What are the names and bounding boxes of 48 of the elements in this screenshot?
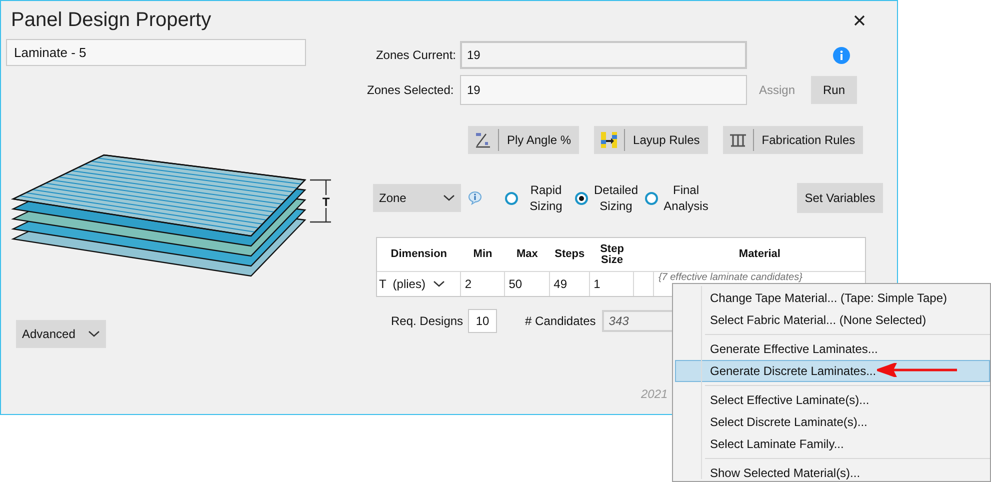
analysis-radio[interactable]: Detailed Sizing: [575, 182, 641, 214]
menu-item[interactable]: Change Tape Material... (Tape: Simple Tape): [675, 287, 990, 309]
menu-item[interactable]: Generate Discrete Laminates...: [675, 360, 990, 382]
chevron-icon: [433, 280, 446, 288]
column-header: Min: [473, 249, 492, 260]
column-header: Dimension: [390, 249, 448, 260]
chevron-icon: [443, 194, 455, 202]
set-variables-button[interactable]: Set Variables: [797, 183, 883, 213]
table-cell-text: 2: [464, 276, 472, 293]
name-field[interactable]: Laminate - 5: [6, 39, 306, 66]
zones-current-field[interactable]: 19: [460, 41, 747, 69]
column-header: Max: [516, 249, 538, 260]
thickness-dimension: T: [309, 179, 332, 223]
column-header: Material: [738, 249, 780, 260]
material-cell: {7 effective laminate candidates}: [658, 272, 802, 283]
run-button[interactable]: Run: [811, 76, 858, 104]
table-cell-text: 49: [554, 276, 568, 293]
advanced-dropdown[interactable]: Advanced: [16, 320, 106, 348]
angle-icon: [474, 131, 492, 149]
columns-icon: [728, 133, 747, 147]
analysis-radio[interactable]: Rapid Sizing: [505, 182, 571, 214]
rule-button[interactable]: Layup Rules: [594, 126, 708, 154]
candidates-label: # Candidates: [525, 313, 596, 330]
menu-item[interactable]: Show Selected Material(s)...: [675, 462, 990, 482]
req-designs-label: Req. Designs: [391, 313, 464, 330]
column-header: Step Size: [599, 244, 625, 266]
req-designs-field[interactable]: 10: [468, 309, 498, 333]
menu-item[interactable]: Select Effective Laminate(s)...: [675, 389, 990, 411]
table-cell-text: 50: [508, 276, 522, 293]
menu-item[interactable]: Select Laminate Family...: [675, 433, 990, 455]
close-icon: [854, 14, 864, 26]
menu-item[interactable]: Generate Effective Laminates...: [675, 338, 990, 360]
footer-text: 2021: [641, 387, 668, 401]
zones-selected-field[interactable]: 19: [460, 75, 747, 105]
layers-icon: [600, 131, 618, 149]
zone-dropdown[interactable]: Zone: [373, 184, 461, 212]
table-cell-text: 1: [594, 276, 600, 293]
chevron-icon: [88, 330, 100, 338]
info-icon[interactable]: [833, 46, 850, 64]
menu-item[interactable]: Select Discrete Laminate(s)...: [675, 411, 990, 433]
rule-button[interactable]: Fabrication Rules: [722, 126, 864, 154]
help-bubble-icon[interactable]: [468, 191, 482, 205]
column-header: Steps: [554, 249, 585, 260]
dimension-dropdown[interactable]: T (plies): [377, 275, 446, 293]
analysis-radio[interactable]: Final Analysis: [645, 182, 711, 214]
window-title: Panel Design Property: [11, 8, 212, 33]
rule-button[interactable]: Ply Angle %: [468, 126, 580, 154]
zones-current-label: Zones Current:: [375, 47, 457, 64]
